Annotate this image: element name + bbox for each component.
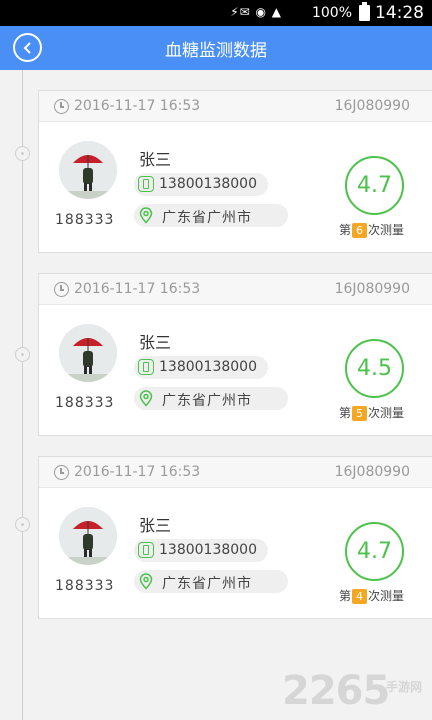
measurement-count: 第 6 次测量 — [339, 221, 404, 238]
avatar — [59, 507, 117, 565]
record-header: 2016-11-17 16:53 16J080990 — [39, 274, 432, 305]
clock-icon — [54, 282, 69, 297]
phone-icon — [138, 176, 154, 192]
timeline-node — [15, 146, 30, 161]
record-datetime: 2016-11-17 16:53 — [74, 98, 201, 114]
address-text: 广东省广州市 — [162, 393, 252, 409]
phone-pill[interactable]: 13800138000 — [134, 173, 268, 196]
count-badge: 4 — [352, 589, 368, 604]
count-badge: 5 — [352, 406, 368, 421]
user-id: 188333 — [55, 578, 115, 594]
signal-icons: ⚡✉ ◉ ▲ — [230, 5, 282, 19]
location-pin-icon — [139, 573, 153, 590]
avatar-umbrella-image — [59, 324, 117, 382]
address-text: 广东省广州市 — [162, 576, 252, 592]
timeline-node — [15, 347, 30, 362]
record-card[interactable]: 2016-11-17 16:53 16J080990 188333 张三 138… — [38, 456, 432, 619]
avatar-umbrella-image — [59, 507, 117, 565]
phone-pill[interactable]: 13800138000 — [134, 539, 268, 562]
clock-time: 14:28 — [375, 3, 424, 23]
device-id: 16J080990 — [334, 98, 410, 114]
user-id: 188333 — [55, 212, 115, 228]
page-title: 血糖监测数据 — [165, 41, 267, 61]
battery-icon — [359, 2, 370, 21]
avatar-umbrella-image — [59, 141, 117, 199]
watermark-subtext: 手游网 — [386, 680, 423, 694]
phone-number: 13800138000 — [159, 542, 257, 558]
phone-pill[interactable]: 13800138000 — [134, 356, 268, 379]
count-prefix: 第 — [339, 589, 352, 603]
location-pin-icon — [139, 390, 153, 407]
device-id: 16J080990 — [334, 281, 410, 297]
glucose-reading: 4.7 — [345, 156, 404, 215]
app-header: 血糖监测数据 — [0, 26, 432, 70]
patient-name: 张三 — [139, 150, 172, 169]
address-text: 广东省广州市 — [162, 210, 252, 226]
address-pill: 广东省广州市 — [134, 387, 288, 410]
clock-icon — [54, 465, 69, 480]
count-suffix: 次测量 — [368, 223, 405, 237]
clock-icon — [54, 99, 69, 114]
record-header: 2016-11-17 16:53 16J080990 — [39, 91, 432, 122]
address-pill: 广东省广州市 — [134, 570, 288, 593]
record-header: 2016-11-17 16:53 16J080990 — [39, 457, 432, 488]
count-suffix: 次测量 — [368, 589, 405, 603]
status-bar: ⚡✉ ◉ ▲ 100% 14:28 — [0, 0, 432, 26]
phone-number: 13800138000 — [159, 359, 257, 375]
record-datetime: 2016-11-17 16:53 — [74, 464, 201, 480]
count-prefix: 第 — [339, 406, 352, 420]
watermark-logo: 2265 — [282, 668, 390, 714]
measurement-count: 第 5 次测量 — [339, 404, 404, 421]
phone-icon — [138, 359, 154, 375]
phone-number: 13800138000 — [159, 176, 257, 192]
phone-icon — [138, 542, 154, 558]
user-id: 188333 — [55, 395, 115, 411]
glucose-reading: 4.7 — [345, 522, 404, 581]
count-badge: 6 — [352, 223, 368, 238]
device-id: 16J080990 — [334, 464, 410, 480]
address-pill: 广东省广州市 — [134, 204, 288, 227]
timeline-line — [22, 70, 23, 720]
record-datetime: 2016-11-17 16:53 — [74, 281, 201, 297]
record-card[interactable]: 2016-11-17 16:53 16J080990 188333 张三 138… — [38, 90, 432, 253]
patient-name: 张三 — [139, 333, 172, 352]
patient-name: 张三 — [139, 516, 172, 535]
count-prefix: 第 — [339, 223, 352, 237]
glucose-reading: 4.5 — [345, 339, 404, 398]
count-suffix: 次测量 — [368, 406, 405, 420]
timeline-node — [15, 517, 30, 532]
location-pin-icon — [139, 207, 153, 224]
avatar — [59, 324, 117, 382]
avatar — [59, 141, 117, 199]
battery-percent: 100% — [311, 5, 352, 21]
record-card[interactable]: 2016-11-17 16:53 16J080990 188333 张三 138… — [38, 273, 432, 436]
measurement-count: 第 4 次测量 — [339, 587, 404, 604]
